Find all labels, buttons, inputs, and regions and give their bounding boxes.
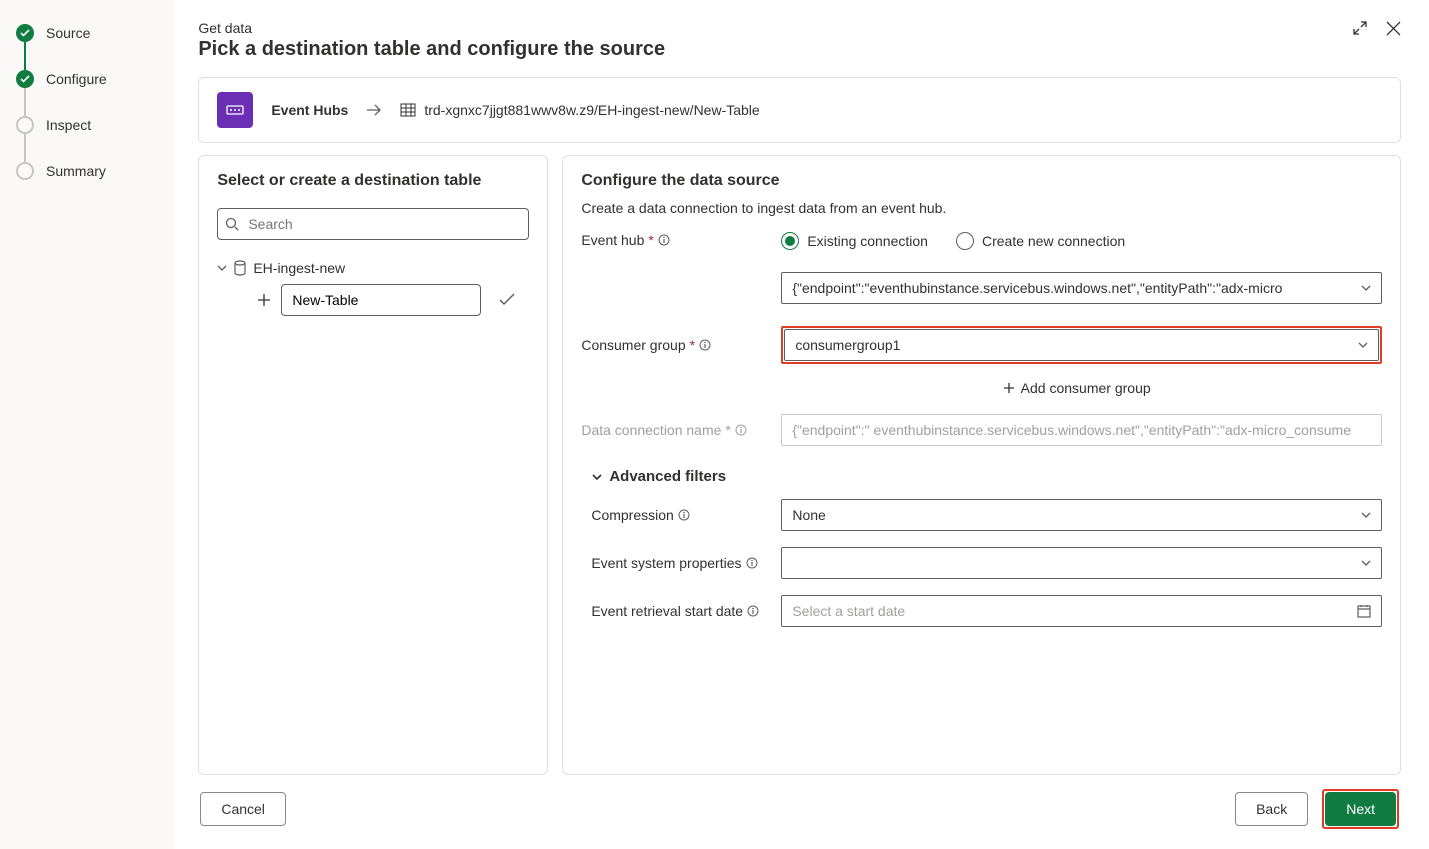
- breadcrumb-source: Event Hubs: [271, 102, 348, 118]
- expand-icon[interactable]: [1352, 20, 1368, 36]
- start-date-input[interactable]: Select a start date: [781, 595, 1382, 627]
- plus-icon[interactable]: [257, 293, 271, 307]
- info-icon[interactable]: [699, 339, 711, 351]
- radio-create-new-connection[interactable]: Create new connection: [956, 232, 1125, 250]
- event-system-properties-label: Event system properties: [581, 555, 771, 571]
- arrow-right-icon: [366, 103, 382, 117]
- search-box: [217, 208, 529, 240]
- new-table-input[interactable]: [281, 284, 481, 316]
- event-retrieval-start-date-label: Event retrieval start date: [581, 603, 771, 619]
- destination-table-panel: Select or create a destination table E: [198, 155, 548, 775]
- info-icon[interactable]: [746, 557, 758, 569]
- close-icon[interactable]: [1386, 21, 1401, 36]
- check-icon: [16, 70, 34, 88]
- database-name: EH-ingest-new: [253, 260, 345, 276]
- cancel-button[interactable]: Cancel: [200, 792, 286, 826]
- event-hub-select[interactable]: {"endpoint":" eventhubinstance.servicebu…: [781, 272, 1382, 304]
- back-button[interactable]: Back: [1235, 792, 1308, 826]
- event-system-properties-select[interactable]: [781, 547, 1382, 579]
- step-label: Configure: [46, 71, 107, 87]
- step-label: Source: [46, 25, 90, 41]
- next-button[interactable]: Next: [1325, 792, 1396, 826]
- compression-select[interactable]: None: [781, 499, 1382, 531]
- advanced-filters-toggle[interactable]: Advanced filters: [591, 468, 1382, 485]
- breadcrumb: Event Hubs trd-xgnxc7jjgt881wwv8w.z9/EH-…: [198, 77, 1401, 143]
- step-connector: [24, 42, 26, 72]
- check-icon: [16, 24, 34, 42]
- step-label: Summary: [46, 163, 106, 179]
- chevron-down-icon: [1361, 558, 1371, 568]
- data-connection-name-input[interactable]: {"endpoint":" eventhubinstance.servicebu…: [781, 414, 1382, 446]
- compression-label: Compression: [581, 507, 771, 523]
- chevron-down-icon: [217, 263, 227, 273]
- check-icon[interactable]: [499, 293, 515, 307]
- configure-source-panel: Configure the data source Create a data …: [562, 155, 1401, 775]
- table-icon: [400, 102, 416, 118]
- info-icon[interactable]: [747, 605, 759, 617]
- add-consumer-group-button[interactable]: Add consumer group: [1003, 380, 1151, 396]
- panel-heading: Select or create a destination table: [217, 172, 529, 190]
- step-source[interactable]: Source: [16, 24, 174, 42]
- consumer-group-select[interactable]: consumergroup1: [784, 329, 1379, 361]
- step-sidebar: Source Configure Inspect Summary: [0, 0, 174, 849]
- info-icon[interactable]: [658, 234, 670, 246]
- step-label: Inspect: [46, 117, 91, 133]
- step-connector: [24, 134, 26, 164]
- consumer-group-label: Consumer group *: [581, 337, 771, 353]
- circle-icon: [16, 162, 34, 180]
- chevron-down-icon: [591, 471, 603, 483]
- panel-heading: Configure the data source: [581, 172, 1382, 190]
- plus-icon: [1003, 382, 1015, 394]
- page-subtitle: Get data: [198, 20, 665, 36]
- event-hub-label: Event hub *: [581, 232, 771, 248]
- step-connector: [24, 88, 26, 118]
- info-icon[interactable]: [678, 509, 690, 521]
- search-icon: [225, 217, 239, 231]
- chevron-down-icon: [1361, 283, 1371, 293]
- data-connection-name-label: Data connection name *: [581, 422, 771, 438]
- calendar-icon: [1357, 604, 1371, 618]
- event-hubs-icon: [217, 92, 253, 128]
- step-inspect[interactable]: Inspect: [16, 116, 174, 134]
- search-input[interactable]: [217, 208, 529, 240]
- chevron-down-icon: [1358, 340, 1368, 350]
- footer: Cancel Back Next: [198, 775, 1401, 833]
- database-row[interactable]: EH-ingest-new: [217, 254, 529, 282]
- step-summary[interactable]: Summary: [16, 162, 174, 180]
- panel-subtitle: Create a data connection to ingest data …: [581, 200, 1382, 216]
- chevron-down-icon: [1361, 510, 1371, 520]
- main-content: Get data Pick a destination table and co…: [174, 0, 1429, 849]
- breadcrumb-destination: trd-xgnxc7jjgt881wwv8w.z9/EH-ingest-new/…: [424, 102, 759, 118]
- step-configure[interactable]: Configure: [16, 70, 174, 88]
- circle-icon: [16, 116, 34, 134]
- radio-existing-connection[interactable]: Existing connection: [781, 232, 928, 250]
- database-icon: [233, 260, 247, 276]
- info-icon[interactable]: [735, 424, 747, 436]
- page-title: Pick a destination table and configure t…: [198, 38, 665, 61]
